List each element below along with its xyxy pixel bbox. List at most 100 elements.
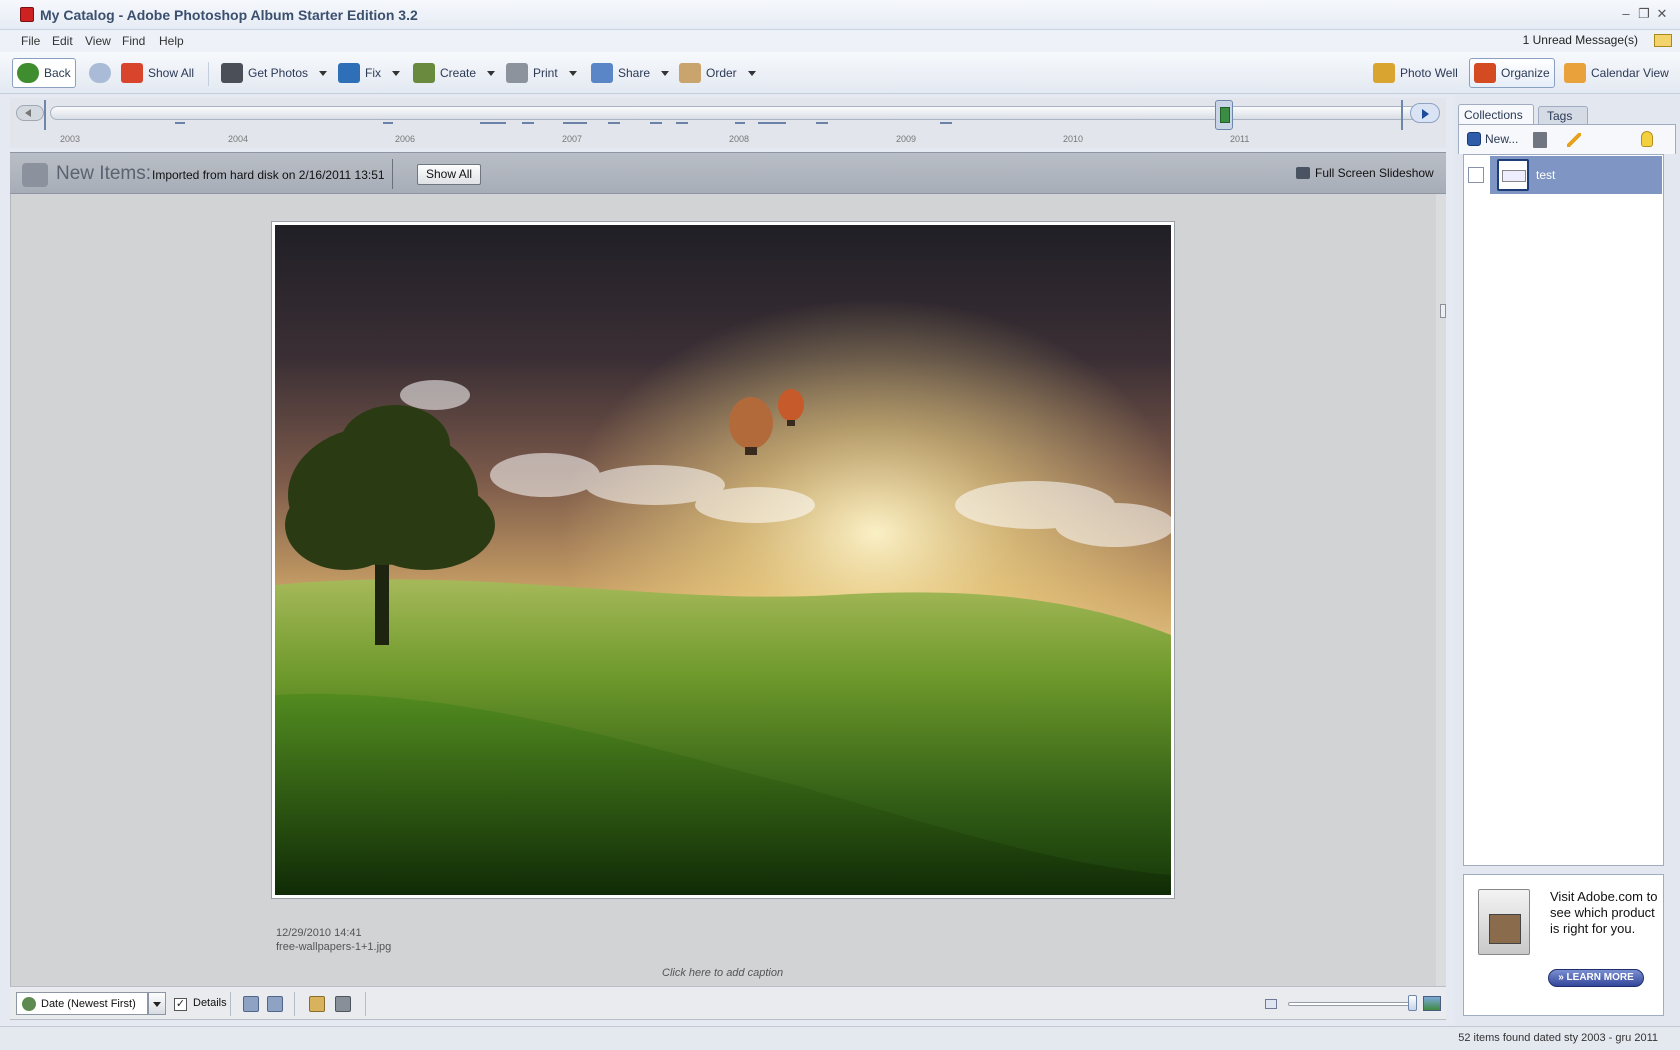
timeline-end-marker[interactable]: [1395, 100, 1403, 130]
timeline-year-label: 2007: [562, 134, 583, 144]
status-bar: 52 items found dated sty 2003 - gru 2011: [0, 1026, 1680, 1050]
thumbnail-size-slider-thumb[interactable]: [1408, 995, 1417, 1011]
back-label: Back: [44, 66, 71, 80]
new-collection-button[interactable]: New...: [1467, 132, 1518, 146]
fix-icon: [338, 63, 360, 83]
photo-well-label: Photo Well: [1400, 66, 1458, 80]
calendar-view-label: Calendar View: [1591, 66, 1669, 80]
well-bottom-toolbar: Date (Newest First) ✓ Details: [10, 986, 1446, 1020]
chevron-down-icon: [568, 70, 577, 76]
slideshow-mini-icon[interactable]: [335, 996, 351, 1012]
print-menu[interactable]: Print: [501, 58, 582, 88]
scrollbar-grip[interactable]: [1440, 304, 1446, 318]
organize-button[interactable]: Organize: [1469, 58, 1555, 88]
new-items-description: Imported from hard disk on 2/16/2011 13:…: [152, 168, 385, 182]
sort-order-dropdown-button[interactable]: [148, 992, 166, 1015]
get-photos-menu[interactable]: Get Photos: [216, 58, 332, 88]
show-all-button[interactable]: Show All: [116, 58, 199, 88]
back-button[interactable]: Back: [12, 58, 76, 88]
timeline-year-label: 2010: [1063, 134, 1084, 144]
sort-icon: [22, 996, 36, 1011]
minimize-button[interactable]: –: [1618, 6, 1634, 22]
timeline-density-bar: [522, 122, 534, 124]
bottom-separator: [365, 992, 366, 1016]
camera-icon: [221, 63, 243, 83]
timeline-year-label: 2004: [228, 134, 249, 144]
restore-button[interactable]: ❐: [1636, 6, 1652, 22]
new-items-separator: [392, 159, 393, 189]
status-text: 52 items found dated sty 2003 - gru 2011: [1458, 1032, 1658, 1044]
timeline-year-label: 2003: [60, 134, 81, 144]
collection-name: test: [1536, 168, 1556, 182]
menu-edit[interactable]: Edit: [48, 33, 77, 49]
order-menu[interactable]: Order: [674, 58, 761, 88]
tab-tags[interactable]: Tags: [1538, 106, 1588, 124]
rotate-right-icon[interactable]: [267, 996, 283, 1012]
single-photo-view-icon[interactable]: [1423, 996, 1441, 1011]
ad-text: Visit Adobe.com to see which product is …: [1550, 889, 1658, 936]
calendar-icon: [1564, 63, 1586, 83]
bottom-separator: [294, 992, 295, 1016]
small-thumbnail-icon[interactable]: [1265, 999, 1277, 1009]
timeline-year-label: 2008: [729, 134, 750, 144]
full-screen-slideshow-link[interactable]: Full Screen Slideshow: [1315, 166, 1434, 180]
timeline-density-bar: [175, 122, 185, 124]
properties-icon[interactable]: [309, 996, 325, 1012]
timeline-start-marker[interactable]: [44, 100, 52, 130]
pencil-icon[interactable]: [1567, 133, 1581, 147]
new-collection-icon: [1467, 132, 1481, 146]
sort-order-select[interactable]: Date (Newest First): [16, 992, 148, 1015]
menu-bar: File Edit View Find Help: [0, 30, 1680, 52]
collections-list: [1463, 154, 1664, 866]
menu-help[interactable]: Help: [155, 33, 188, 49]
calendar-view-button[interactable]: Calendar View: [1559, 58, 1674, 88]
share-label: Share: [618, 66, 651, 80]
photo-date: 12/29/2010 14:41: [276, 927, 362, 939]
printer-icon: [506, 63, 528, 83]
timeline-density-bar: [650, 122, 662, 124]
forward-button[interactable]: [84, 58, 116, 88]
collection-thumbnail: [1497, 159, 1529, 191]
photo-well-button[interactable]: Photo Well: [1368, 58, 1463, 88]
timeline-density-bar: [480, 122, 506, 124]
learn-more-button[interactable]: » LEARN MORE: [1548, 969, 1644, 987]
add-caption-link[interactable]: Click here to add caption: [662, 967, 783, 979]
chevron-down-icon: [747, 70, 756, 76]
lightbulb-icon[interactable]: [1641, 131, 1653, 147]
timeline-scroll-left-button[interactable]: [16, 105, 44, 121]
create-menu[interactable]: Create: [408, 58, 500, 88]
menu-find[interactable]: Find: [118, 33, 149, 49]
timeline-density-bar: [383, 122, 393, 124]
menu-file[interactable]: File: [17, 33, 44, 49]
share-menu[interactable]: Share: [586, 58, 674, 88]
organize-label: Organize: [1501, 66, 1550, 80]
photo-thumbnail[interactable]: [275, 225, 1171, 895]
menu-view[interactable]: View: [81, 33, 115, 49]
chevron-down-icon: [487, 70, 496, 76]
slideshow-icon[interactable]: [1296, 167, 1310, 179]
details-checkbox[interactable]: ✓: [174, 998, 187, 1011]
fix-menu[interactable]: Fix: [333, 58, 405, 88]
collection-checkbox[interactable]: [1468, 167, 1484, 183]
adobe-ad-panel: Visit Adobe.com to see which product is …: [1463, 874, 1664, 1016]
window-title: My Catalog - Adobe Photoshop Album Start…: [40, 7, 418, 23]
close-button[interactable]: ✕: [1654, 6, 1670, 22]
unread-messages-link[interactable]: 1 Unread Message(s): [1523, 33, 1638, 47]
toolbar-separator: [208, 62, 209, 86]
organize-icon: [1474, 63, 1496, 83]
timeline-density-bar: [735, 122, 745, 124]
product-box-image: [1478, 889, 1530, 955]
chevron-down-icon: [392, 70, 400, 76]
chevron-down-icon: [661, 70, 670, 76]
title-bar: My Catalog - Adobe Photoshop Album Start…: [0, 0, 1680, 30]
timeline-slider-thumb[interactable]: [1215, 100, 1233, 130]
trash-icon[interactable]: [1533, 132, 1547, 148]
tab-collections[interactable]: Collections: [1458, 104, 1534, 124]
timeline[interactable]: 2003 2004 2006 2007 2008 2009 2010 2011: [10, 98, 1446, 148]
new-items-show-all-button[interactable]: Show All: [417, 164, 482, 185]
thumbnail-size-slider[interactable]: [1288, 1002, 1416, 1006]
mail-icon[interactable]: [1654, 34, 1672, 47]
timeline-scroll-right-button[interactable]: [1410, 103, 1440, 123]
rotate-left-icon[interactable]: [243, 996, 259, 1012]
chevron-down-icon: [319, 70, 328, 76]
